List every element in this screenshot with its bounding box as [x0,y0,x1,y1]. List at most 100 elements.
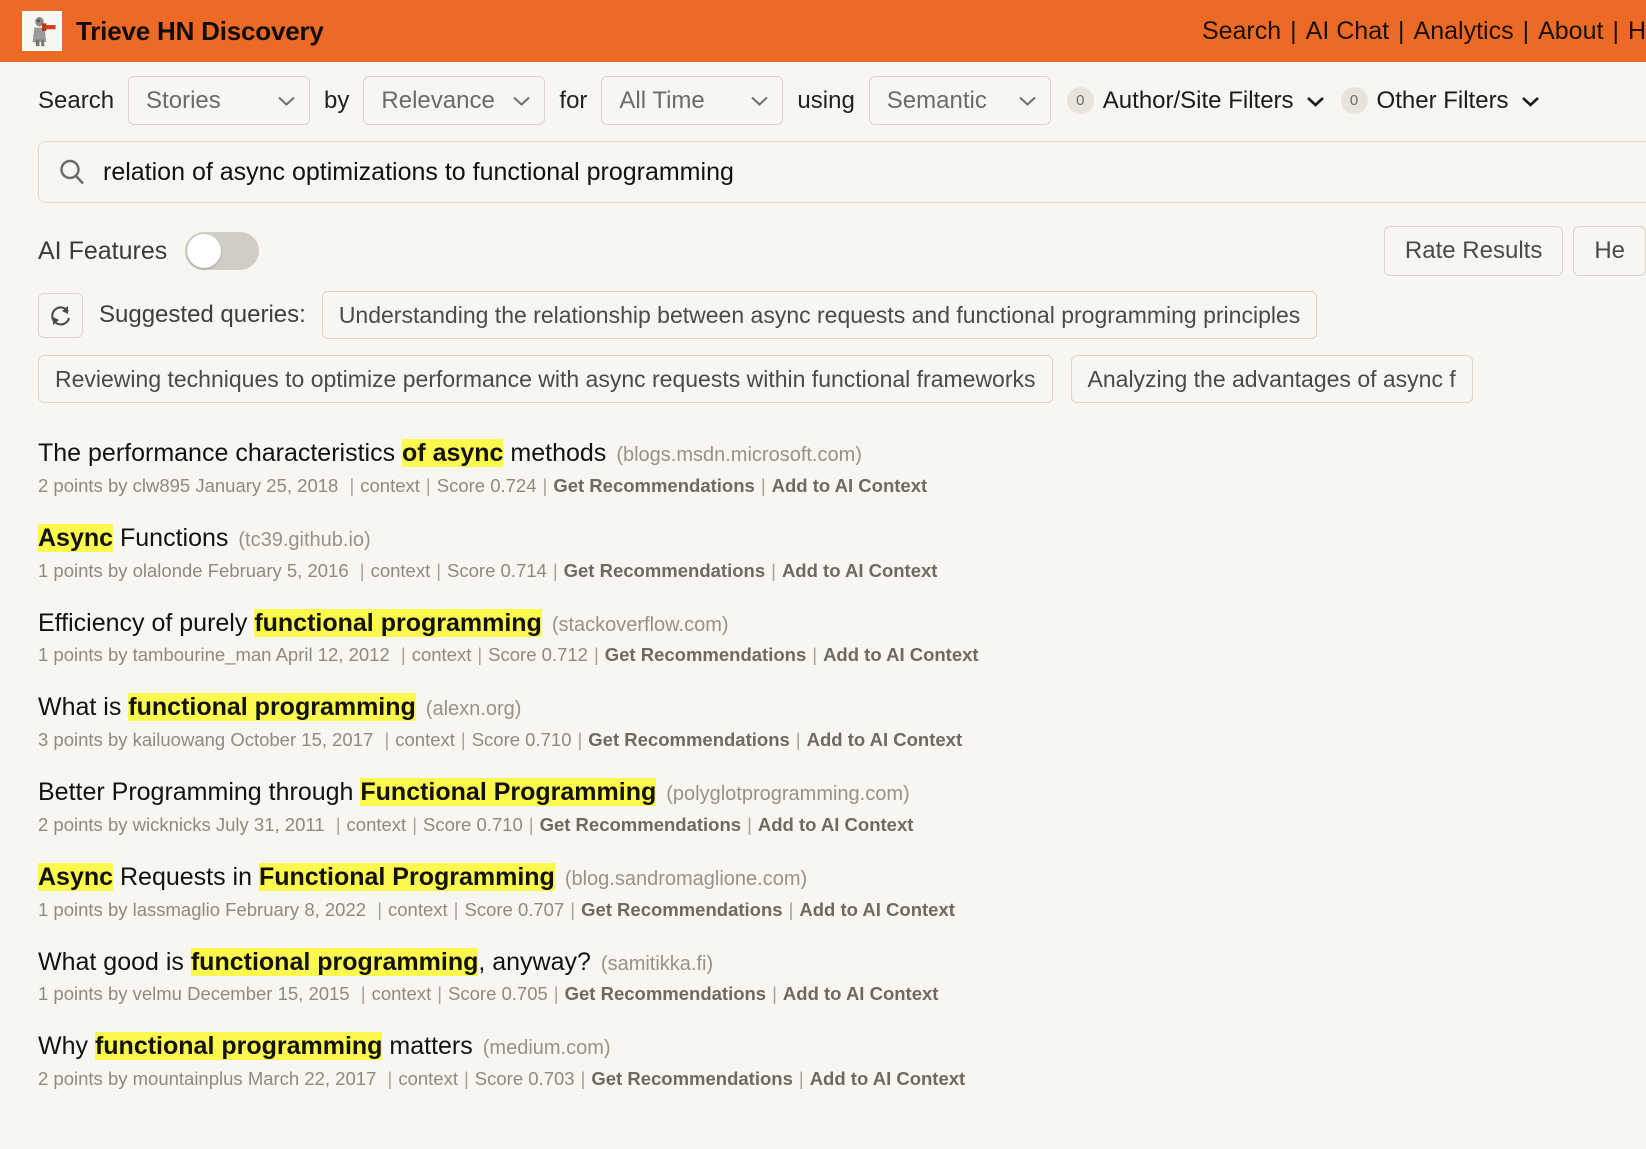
get-recommendations-link[interactable]: Get Recommendations [581,899,783,920]
result-title-text: Better Programming through [38,778,361,806]
result-date: July 31, 2011 [215,813,325,835]
result-score: Score 0.710 [423,813,523,835]
result-points: 2 points [38,813,103,835]
result-title-highlight: functional programming [190,947,479,976]
result-title-text: What good is [38,947,191,976]
nav-link-ai-chat[interactable]: AI Chat [1306,17,1389,46]
result-title[interactable]: Why functional programming matters (mediu… [38,1032,1638,1061]
result-context-link[interactable]: context [412,644,472,665]
result-author[interactable]: by wicknicks [108,814,211,835]
search-mode-select[interactable]: Semantic [868,76,1051,125]
result-author[interactable]: by velmu [108,983,182,1004]
result-title[interactable]: Async Requests in Functional Programming… [38,862,1638,892]
meta-separator: | [570,898,576,920]
result-title[interactable]: Better Programming through Functional Pr… [38,778,1638,807]
get-recommendations-link[interactable]: Get Recommendations [553,475,755,496]
result-domain: (tc39.github.io) [238,528,371,551]
add-to-ai-context-link[interactable]: Add to AI Context [783,983,939,1004]
add-to-ai-context-link[interactable]: Add to AI Context [772,475,928,496]
result-item: What good is functional programming, any… [38,947,1638,1006]
get-recommendations-link[interactable]: Get Recommendations [540,814,742,835]
get-recommendations-link[interactable]: Get Recommendations [564,560,766,581]
result-domain: (blog.sandromaglione.com) [564,867,808,890]
nav-link-help[interactable]: H [1628,17,1646,46]
ai-features-label: AI Features [38,236,168,265]
suggested-query-chip[interactable]: Reviewing techniques to optimize perform… [38,355,1053,403]
result-title-text: The performance characteristics [38,439,403,467]
result-score: Score 0.712 [488,644,588,666]
result-context-link[interactable]: context [388,899,448,920]
result-title[interactable]: Async Functions (tc39.github.io) [38,523,1638,553]
nav-link-search[interactable]: Search [1202,17,1281,46]
add-to-ai-context-link[interactable]: Add to AI Context [807,729,963,750]
result-title-highlight: functional programming [128,693,416,722]
nav-link-about[interactable]: About [1538,17,1603,46]
nav-link-analytics[interactable]: Analytics [1414,17,1514,46]
result-item: The performance characteristics of async… [38,439,1638,497]
result-score: Score 0.724 [436,474,537,496]
result-author[interactable]: by mountainplus [108,1068,243,1089]
time-range-select[interactable]: All Time [601,76,784,125]
suggested-query-chip[interactable]: Analyzing the advantages of async f [1070,355,1473,403]
search-mode-value: Semantic [886,86,987,114]
result-author[interactable]: by kailuowang [108,729,225,750]
content-type-value: Stories [146,86,221,114]
refresh-suggestions-button[interactable] [38,292,83,338]
result-context-link[interactable]: context [371,560,431,581]
other-filters-dropdown[interactable]: 0 Other Filters [1340,86,1540,115]
time-range-value: All Time [619,86,705,114]
result-context-link[interactable]: context [347,814,407,835]
meta-separator: | [553,983,559,1005]
add-to-ai-context-link[interactable]: Add to AI Context [810,1068,966,1089]
meta-separator: | [463,1068,469,1089]
sort-by-select[interactable]: Relevance [363,76,546,125]
meta-separator: | [795,729,801,750]
meta-separator: | [425,474,431,496]
result-context-link[interactable]: context [395,729,455,750]
suggested-queries-row-1: Suggested queries: Understanding the rel… [38,291,1646,339]
get-recommendations-link[interactable]: Get Recommendations [588,729,790,750]
content-type-select[interactable]: Stories [128,76,311,125]
author-site-filters-dropdown[interactable]: 0 Author/Site Filters [1066,87,1325,115]
other-filters-count: 0 [1340,87,1368,114]
result-context-link[interactable]: context [360,475,420,496]
result-author[interactable]: by lassmaglio [108,899,220,920]
meta-separator: | [788,898,794,920]
rate-results-button[interactable]: Rate Results [1383,226,1564,276]
meta-separator: | [772,983,777,1005]
add-to-ai-context-link[interactable]: Add to AI Context [823,644,979,665]
other-filters-label: Other Filters [1376,86,1509,114]
result-context-link[interactable]: context [398,1068,458,1089]
result-title[interactable]: Efficiency of purely functional programm… [38,608,1638,638]
filter-label-search: Search [38,86,115,114]
get-recommendations-link[interactable]: Get Recommendations [605,644,807,665]
result-score: Score 0.710 [471,729,572,750]
add-to-ai-context-link[interactable]: Add to AI Context [782,560,938,581]
ai-features-toggle[interactable] [185,232,260,270]
help-button[interactable]: He [1573,226,1646,276]
refresh-icon [51,305,71,325]
result-title[interactable]: What good is functional programming, any… [38,947,1638,977]
search-icon [60,159,84,185]
result-title-text: Requests in [113,862,259,891]
result-author[interactable]: by olalonde [108,560,203,581]
add-to-ai-context-link[interactable]: Add to AI Context [799,899,955,920]
result-author[interactable]: by clw895 [108,475,190,496]
result-meta: 2 points by mountainplus March 22, 2017 … [38,1068,1638,1090]
suggested-query-chip[interactable]: Understanding the relationship between a… [321,291,1318,339]
get-recommendations-link[interactable]: Get Recommendations [565,983,767,1004]
result-author[interactable]: by tambourine_man [108,644,272,665]
result-title-highlight: Async [38,862,114,891]
result-item: Efficiency of purely functional programm… [38,608,1638,667]
result-meta: 1 points by olalonde February 5, 2016 | c… [38,560,1638,582]
search-bar[interactable]: relation of async optimizations to funct… [38,141,1646,203]
get-recommendations-link[interactable]: Get Recommendations [591,1068,793,1089]
result-title[interactable]: The performance characteristics of async… [38,439,1638,468]
search-input[interactable]: relation of async optimizations to funct… [103,158,734,187]
action-buttons: Rate Results He [1383,226,1646,276]
add-to-ai-context-link[interactable]: Add to AI Context [758,814,914,835]
meta-separator: | [400,644,406,666]
result-context-link[interactable]: context [372,983,432,1004]
result-title[interactable]: What is functional programming (alexn.org… [38,693,1638,722]
ai-features-row: AI Features Rate Results He [38,225,1646,277]
